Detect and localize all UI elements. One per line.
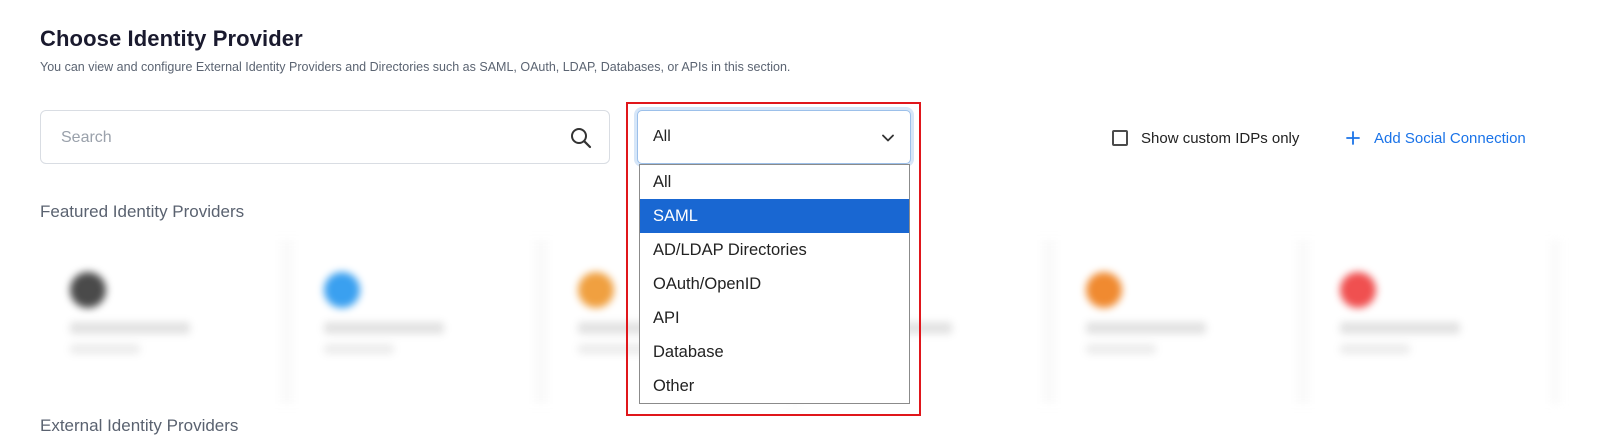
add-social-connection-button[interactable]: Add Social Connection xyxy=(1346,126,1526,150)
select-current-value: All xyxy=(653,128,671,145)
plus-icon xyxy=(1346,131,1360,145)
provider-logo xyxy=(324,272,360,308)
provider-logo xyxy=(578,272,614,308)
chevron-down-icon xyxy=(882,134,894,142)
provider-name-placeholder xyxy=(1086,322,1206,334)
search-box[interactable] xyxy=(40,110,610,165)
dropdown-option-database[interactable]: Database xyxy=(640,335,909,369)
provider-type-select[interactable]: All xyxy=(637,110,911,164)
page-subtitle: You can view and configure External Iden… xyxy=(40,60,791,74)
provider-name-placeholder xyxy=(1340,322,1460,334)
provider-type-placeholder xyxy=(1086,344,1156,354)
custom-idps-checkbox[interactable] xyxy=(1112,130,1128,146)
dropdown-option-api[interactable]: API xyxy=(640,301,909,335)
custom-idps-label[interactable]: Show custom IDPs only xyxy=(1141,130,1299,147)
dropdown-option-ad-ldap[interactable]: AD/LDAP Directories xyxy=(640,233,909,267)
featured-provider-card[interactable] xyxy=(1056,240,1296,404)
dropdown-option-other[interactable]: Other xyxy=(640,369,909,403)
featured-provider-card[interactable] xyxy=(1310,240,1550,404)
featured-provider-card[interactable] xyxy=(40,240,280,404)
dropdown-option-oauth-openid[interactable]: OAuth/OpenID xyxy=(640,267,909,301)
provider-type-dropdown-list: All SAML AD/LDAP Directories OAuth/OpenI… xyxy=(639,164,910,404)
featured-section-heading: Featured Identity Providers xyxy=(40,202,245,221)
page-title: Choose Identity Provider xyxy=(40,26,303,51)
provider-name-placeholder xyxy=(70,322,190,334)
provider-logo xyxy=(1340,272,1376,308)
provider-type-placeholder xyxy=(324,344,394,354)
provider-type-placeholder xyxy=(70,344,140,354)
provider-logo xyxy=(1086,272,1122,308)
provider-logo xyxy=(70,272,106,308)
provider-name-placeholder xyxy=(324,322,444,334)
add-social-connection-label: Add Social Connection xyxy=(1374,129,1526,147)
search-icon[interactable] xyxy=(569,126,593,150)
search-input[interactable] xyxy=(59,111,543,165)
custom-idps-toggle[interactable]: Show custom IDPs only xyxy=(1112,128,1299,148)
dropdown-option-saml[interactable]: SAML xyxy=(640,199,909,233)
external-section-heading: External Identity Providers xyxy=(40,416,239,435)
dropdown-option-all[interactable]: All xyxy=(640,165,909,199)
featured-provider-card[interactable] xyxy=(294,240,534,404)
provider-type-placeholder xyxy=(1340,344,1410,354)
